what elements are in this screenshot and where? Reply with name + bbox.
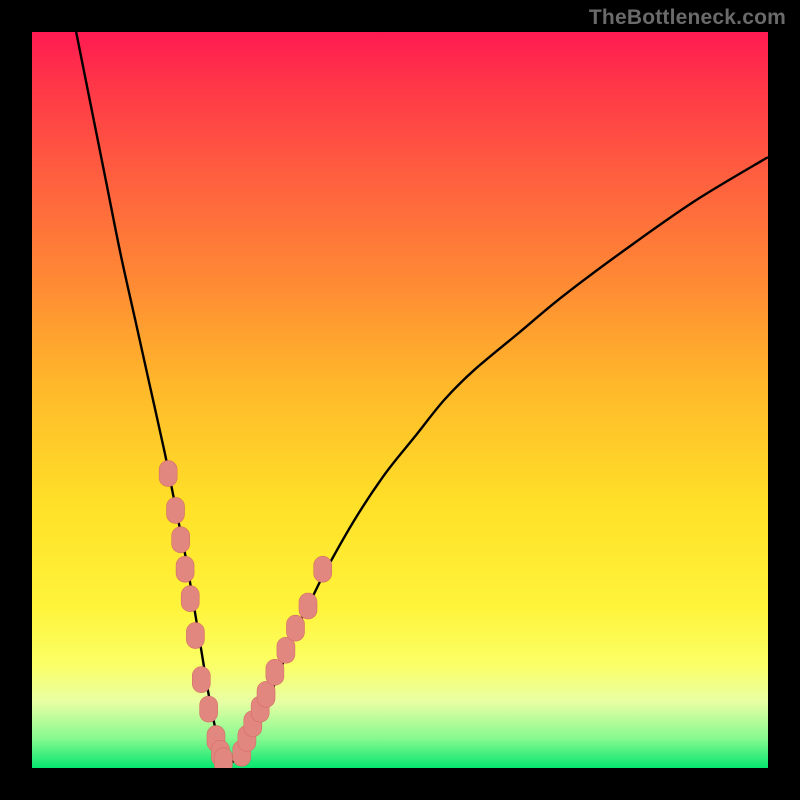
data-marker — [186, 623, 204, 649]
data-marker — [200, 696, 218, 722]
bottleneck-curve — [76, 32, 768, 762]
data-marker — [172, 527, 190, 553]
data-marker — [214, 748, 232, 768]
data-marker — [299, 593, 317, 619]
data-marker — [286, 615, 304, 641]
watermark-text: TheBottleneck.com — [589, 6, 786, 30]
data-marker — [181, 586, 199, 612]
data-marker — [167, 497, 185, 523]
data-marker — [176, 556, 194, 582]
chart-frame: TheBottleneck.com — [0, 0, 800, 800]
data-marker — [159, 461, 177, 487]
data-marker — [257, 681, 275, 707]
data-marker — [314, 556, 332, 582]
plot-area — [32, 32, 768, 768]
data-marker — [277, 637, 295, 663]
chart-svg — [32, 32, 768, 768]
data-marker — [192, 667, 210, 693]
data-marker — [266, 659, 284, 685]
